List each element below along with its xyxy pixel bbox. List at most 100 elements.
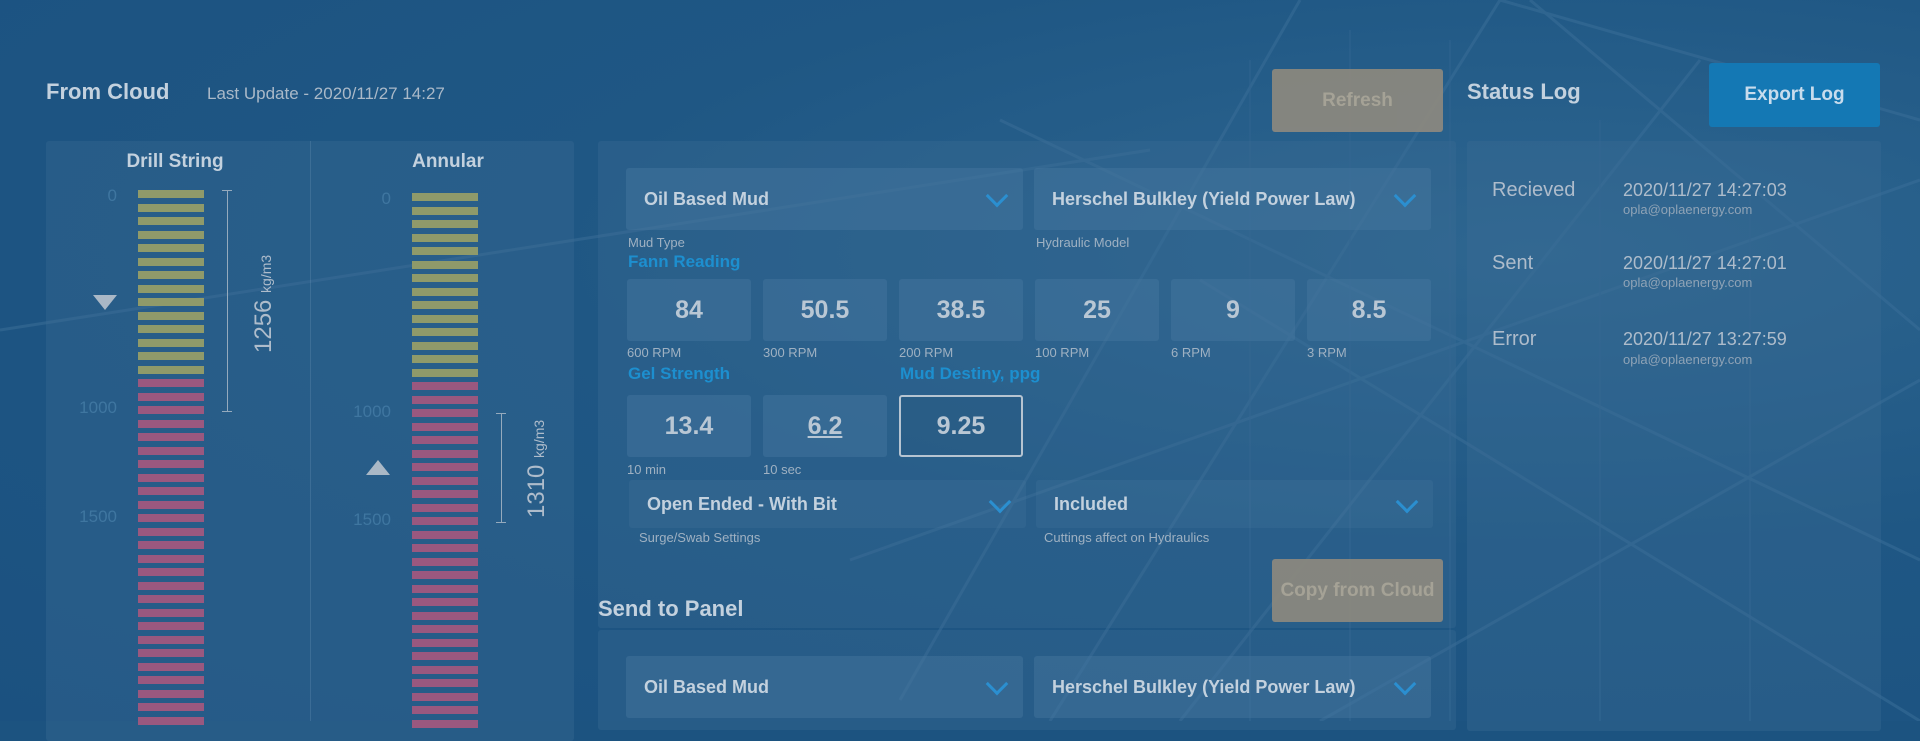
- gauge-segment: [412, 530, 478, 539]
- drill-tick-1000: 1000: [79, 398, 117, 417]
- annular-marker-up-icon[interactable]: [366, 460, 390, 475]
- gauge-segment: [412, 341, 478, 350]
- gauge-segment: [412, 679, 478, 687]
- fann-200-input[interactable]: 38.5: [899, 279, 1023, 341]
- fann-600-input[interactable]: 84: [627, 279, 751, 341]
- gel-10min-input[interactable]: 13.4: [627, 395, 751, 457]
- status-log-title: Status Log: [1467, 79, 1581, 104]
- gauge-segment: [412, 260, 478, 269]
- annular-range-cap-top: [496, 413, 506, 414]
- gauge-segment: [138, 446, 204, 455]
- chevron-down-icon: [988, 490, 1012, 514]
- mud-density-input[interactable]: 9.25: [899, 395, 1023, 457]
- gauge-segment: [138, 622, 204, 630]
- annular-tick-1500: 1500: [353, 510, 391, 529]
- chevron-down-icon: [1393, 672, 1417, 696]
- gauge-segment: [138, 325, 204, 333]
- fann-6-input[interactable]: 9: [1171, 279, 1295, 341]
- gauge-segment: [138, 419, 204, 428]
- fann-100-input[interactable]: 25: [1035, 279, 1159, 341]
- copy-from-cloud-button[interactable]: Copy from Cloud: [1272, 559, 1443, 622]
- gauge-segment: [138, 500, 204, 509]
- annular-unit: kg/m3: [531, 419, 547, 458]
- drill-range-line: [227, 190, 228, 412]
- gauge-segment: [412, 193, 478, 201]
- drill-string-bars: [138, 190, 204, 730]
- log-entry-time: 2020/11/27 14:27:01: [1623, 253, 1787, 273]
- gel-10min-label: 10 min: [627, 462, 667, 477]
- gauge-segment: [412, 287, 478, 296]
- gauge-segment: [412, 314, 478, 323]
- gauge-segment: [412, 422, 478, 431]
- cuttings-select[interactable]: Included: [1036, 480, 1433, 528]
- fann-6-label: 6 RPM: [1171, 345, 1211, 360]
- gauge-segment: [138, 676, 204, 684]
- status-log-panel: [1467, 141, 1881, 731]
- gauge-segment: [138, 554, 204, 563]
- gauge-segment: [412, 247, 478, 255]
- send-to-panel-title: Send to Panel: [598, 596, 744, 621]
- from-cloud-title: From Cloud: [46, 79, 170, 104]
- gauge-segment: [138, 689, 204, 698]
- gauge-segment: [412, 706, 478, 714]
- gauge-segment: [412, 463, 478, 471]
- chevron-down-icon: [1393, 184, 1417, 208]
- gauge-segment: [412, 449, 478, 458]
- mud-type-select[interactable]: Oil Based Mud: [626, 168, 1023, 230]
- log-entry-email: opla@oplaenergy.com: [1623, 202, 1753, 217]
- gauge-segment: [138, 487, 204, 495]
- drill-marker-down-icon[interactable]: [93, 295, 117, 310]
- gauge-segment: [138, 541, 204, 549]
- annular-bars: [412, 193, 478, 733]
- fann-3-input[interactable]: 8.5: [1307, 279, 1431, 341]
- gauge-segment: [138, 298, 204, 306]
- gauge-segment: [412, 395, 478, 404]
- fann-200-label: 200 RPM: [899, 345, 954, 360]
- fann-300-input[interactable]: 50.5: [763, 279, 887, 341]
- log-entry-status: Recieved: [1492, 179, 1576, 201]
- gauge-segment: [412, 598, 478, 606]
- gauge-segment: [138, 284, 204, 293]
- surge-swab-label: Surge/Swab Settings: [639, 530, 761, 545]
- gauge-segment: [412, 517, 478, 525]
- gauge-segment: [138, 581, 204, 590]
- gel-strength-title: Gel Strength: [628, 364, 731, 383]
- gel-10sec-value: 6.2: [807, 411, 843, 440]
- gauge-segment: [138, 635, 204, 644]
- panel-hydraulic-model-value: Herschel Bulkley (Yield Power Law): [1052, 676, 1356, 697]
- gauge-segment: [138, 190, 204, 198]
- gauge-segment: [412, 638, 478, 647]
- gauge-segment: [412, 368, 478, 377]
- annular-range-line: [501, 413, 502, 523]
- gel-10sec-input[interactable]: 6.2: [763, 395, 887, 457]
- mud-type-label: Mud Type: [628, 235, 685, 250]
- gauge-segment: [138, 217, 204, 225]
- gauge-segment: [138, 338, 204, 347]
- gauge-segment: [138, 514, 204, 522]
- panel-hydraulic-model-select[interactable]: Herschel Bulkley (Yield Power Law): [1034, 656, 1431, 718]
- export-log-button[interactable]: Export Log: [1709, 63, 1880, 127]
- log-entry-email: opla@oplaenergy.com: [1623, 352, 1753, 367]
- hydraulic-model-select[interactable]: Herschel Bulkley (Yield Power Law): [1034, 168, 1431, 230]
- gauge-segment: [138, 662, 204, 671]
- log-entry-status: Sent: [1492, 252, 1534, 274]
- gauge-segment: [412, 220, 478, 228]
- refresh-button[interactable]: Refresh: [1272, 69, 1443, 132]
- gauge-segment: [412, 503, 478, 512]
- gauge-segment: [412, 692, 478, 701]
- surge-swab-select[interactable]: Open Ended - With Bit: [629, 480, 1026, 528]
- log-entry-status: Error: [1492, 328, 1537, 350]
- log-entry-email: opla@oplaenergy.com: [1623, 275, 1753, 290]
- gauge-segment: [412, 652, 478, 660]
- fann-100-label: 100 RPM: [1035, 345, 1090, 360]
- annular-value-label: 1310 kg/m3: [523, 420, 551, 518]
- gauge-segment: [138, 608, 204, 617]
- log-entry-time: 2020/11/27 14:27:03: [1623, 180, 1787, 200]
- chevron-down-icon: [1395, 490, 1419, 514]
- panel-mud-type-select[interactable]: Oil Based Mud: [626, 656, 1023, 718]
- annular-title: Annular: [412, 151, 484, 172]
- gauge-segment: [412, 611, 478, 620]
- drill-tick-1500: 1500: [79, 507, 117, 526]
- gauge-segment: [138, 311, 204, 320]
- gauge-segment: [138, 271, 204, 279]
